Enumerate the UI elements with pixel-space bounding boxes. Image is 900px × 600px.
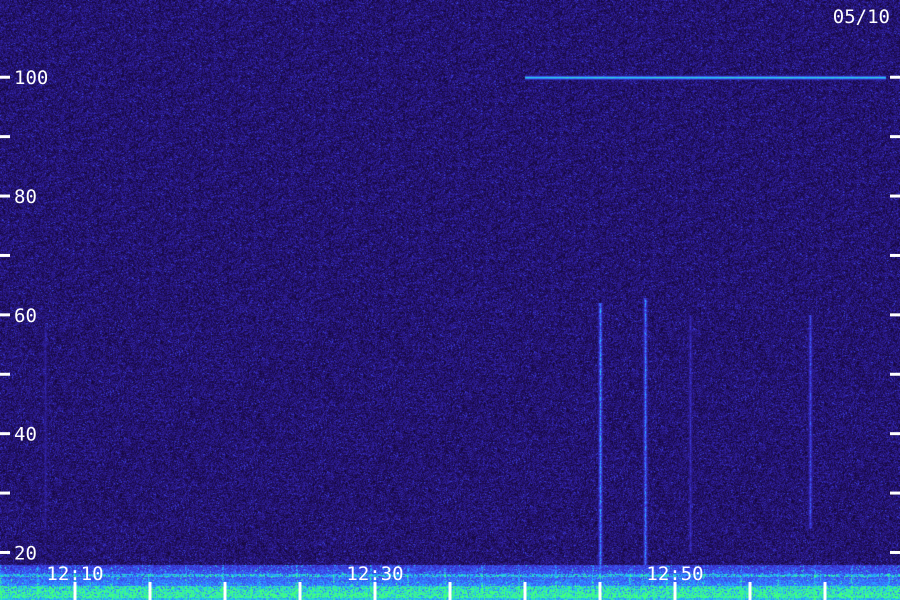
date-label: 05/10 bbox=[833, 6, 890, 28]
x-tick-label: 12:10 bbox=[46, 563, 103, 585]
y-tick-label: 40 bbox=[14, 424, 37, 446]
y-tick-label: 20 bbox=[14, 542, 37, 564]
y-tick-label: 80 bbox=[14, 186, 37, 208]
x-tick-label: 12:30 bbox=[346, 563, 403, 585]
y-tick-label: 100 bbox=[14, 67, 48, 89]
x-tick-label: 12:50 bbox=[646, 563, 703, 585]
y-tick-label: 60 bbox=[14, 305, 37, 327]
spectrogram-axes: 20 40 60 80 100 12:10 12:30 12:50 05/10 bbox=[0, 6, 900, 600]
spectrogram-figure: 20 40 60 80 100 12:10 12:30 12:50 05/10 bbox=[0, 0, 900, 600]
